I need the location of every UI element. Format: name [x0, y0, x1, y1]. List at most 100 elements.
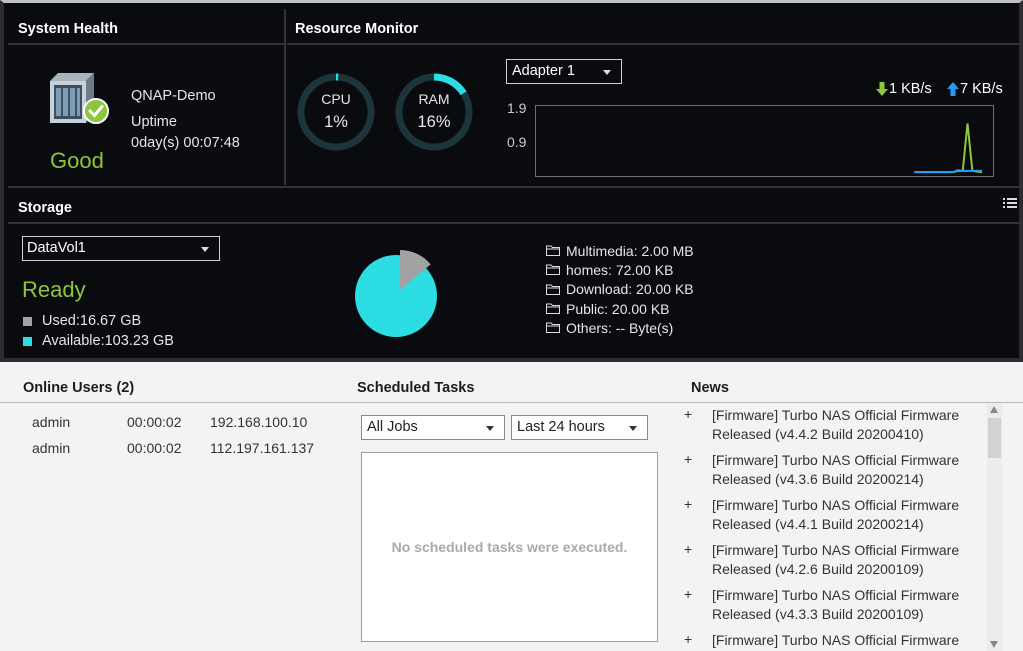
folder-usage-item: Multimedia: 2.00 MB [546, 241, 694, 260]
storage-status: Ready [22, 277, 86, 302]
chevron-down-icon [201, 247, 209, 252]
scroll-down-icon[interactable] [990, 641, 998, 648]
user-ip: 192.168.100.10 [210, 414, 308, 430]
user-session-time: 00:00:02 [127, 440, 182, 456]
arrow-down-icon [876, 82, 888, 96]
chevron-down-icon [486, 426, 494, 431]
chevron-down-icon [603, 70, 611, 75]
upload-rate-value: 7 KB/s [960, 81, 1003, 97]
folder-icon [546, 303, 560, 315]
expand-plus-icon[interactable]: + [684, 450, 692, 469]
system-health-panel: System Health QNAP-Demo Uptime 0day(s) 0… [8, 9, 286, 185]
volume-select-value: DataVol1 [27, 240, 86, 256]
folder-usage-item: Public: 20.00 KB [546, 299, 694, 318]
upload-rate: 7 KB/s [947, 81, 1003, 97]
ram-value: 16% [417, 113, 451, 131]
folder-size: 20.00 KB [636, 281, 694, 298]
system-health-title: System Health [18, 21, 118, 37]
legend-used: Used:16.67 GB [22, 313, 141, 329]
job-filter-select[interactable]: All Jobs [361, 415, 505, 440]
chart-series-download [914, 123, 983, 174]
adapter-select[interactable]: Adapter 1 [506, 59, 622, 84]
system-health-header: System Health [8, 9, 284, 45]
news-item-text[interactable]: [Firmware] Turbo NAS Official Firmware R… [712, 451, 982, 490]
news-item-text[interactable]: [Firmware] Turbo NAS Official Firmware R… [712, 541, 982, 580]
folder-usage-item: homes: 72.00 KB [546, 260, 694, 279]
ram-gauge: RAM 16% [394, 72, 474, 152]
time-filter-value: Last 24 hours [517, 419, 605, 435]
folder-colon: : [633, 242, 642, 259]
available-swatch [23, 336, 32, 346]
storage-panel: Storage DataVol1 Ready Used:16.67 GB Ava… [8, 186, 1023, 360]
storage-header: Storage [8, 188, 1023, 224]
storage-pie-chart [355, 250, 437, 337]
scroll-up-icon[interactable] [990, 406, 998, 413]
expand-plus-icon[interactable]: + [684, 495, 692, 514]
device-name: QNAP-Demo [131, 88, 216, 104]
folder-name: Multimedia [566, 242, 634, 259]
user-name: admin [32, 414, 71, 430]
folder-colon: : [604, 300, 612, 317]
folder-icon [546, 245, 560, 257]
cpu-label: CPU [321, 91, 351, 107]
ram-label: RAM [418, 91, 450, 107]
folder-name: homes [566, 261, 609, 278]
folder-size: 2.00 MB [641, 242, 694, 259]
folder-size: -- Byte(s) [615, 319, 674, 336]
folder-icon [546, 264, 560, 276]
news-item-text[interactable]: [Firmware] Turbo NAS Official Firmware [712, 631, 982, 650]
scheduled-tasks-box: No scheduled tasks were executed. [361, 452, 658, 642]
cpu-gauge: CPU 1% [296, 72, 376, 152]
expand-plus-icon[interactable]: + [684, 630, 692, 649]
available-label: Available:103.23 GB [42, 333, 174, 349]
uptime-label: Uptime [131, 114, 177, 130]
resource-monitor-header: Resource Monitor [287, 9, 1023, 45]
folder-name: Download [566, 281, 629, 298]
chart-ytick-mid: 0.9 [507, 134, 527, 150]
folder-icon [546, 284, 560, 295]
scheduled-tasks-title: Scheduled Tasks [357, 380, 475, 396]
folder-usage-item: Download: 20.00 KB [546, 280, 694, 299]
download-rate-value: 1 KB/s [889, 81, 932, 97]
folder-colon: : [608, 261, 616, 278]
resource-monitor-panel: Resource Monitor CPU 1% RAM 16% Adapter … [287, 9, 1023, 185]
news-scrollbar[interactable] [987, 403, 1002, 651]
cpu-value: 1% [324, 113, 348, 131]
expand-plus-icon[interactable]: + [684, 405, 692, 424]
scheduled-tasks-empty: No scheduled tasks were executed. [391, 539, 628, 555]
network-traffic-chart [535, 105, 994, 177]
folder-usage-list: Multimedia: 2.00 MB homes: 72.00 KB Downlo… [546, 241, 694, 337]
folder-icon [546, 322, 560, 334]
time-filter-select[interactable]: Last 24 hours [511, 415, 648, 440]
scroll-thumb[interactable] [988, 418, 1001, 458]
volume-select[interactable]: DataVol1 [22, 236, 220, 261]
uptime-value: 0day(s) 00:07:48 [131, 135, 240, 151]
folder-colon: : [628, 281, 637, 298]
news-item-text[interactable]: [Firmware] Turbo NAS Official Firmware R… [712, 586, 982, 625]
chart-ytick-top: 1.9 [507, 100, 527, 116]
user-session-time: 00:00:02 [127, 414, 182, 430]
expand-plus-icon[interactable]: + [684, 540, 692, 559]
folder-colon: : [608, 319, 616, 336]
expand-plus-icon[interactable]: + [684, 585, 692, 604]
used-swatch [23, 316, 32, 326]
folder-name: Public [566, 300, 605, 317]
arrow-up-icon [947, 82, 959, 96]
adapter-select-value: Adapter 1 [512, 63, 575, 79]
list-icon[interactable] [1003, 197, 1017, 209]
online-users-title: Online Users (2) [23, 380, 135, 396]
folder-name: Others [566, 319, 609, 336]
dashboard-dark-area: System Health QNAP-Demo Uptime 0day(s) 0… [0, 0, 1023, 362]
chart-series-upload [914, 169, 983, 174]
legend-available: Available:103.23 GB [22, 333, 174, 349]
news-item-text[interactable]: [Firmware] Turbo NAS Official Firmware R… [712, 406, 982, 445]
job-filter-value: All Jobs [367, 419, 418, 435]
health-status: Good [50, 148, 104, 173]
download-rate: 1 KB/s [876, 81, 932, 97]
nas-device-icon [50, 73, 109, 124]
chevron-down-icon [629, 426, 637, 431]
resource-monitor-title: Resource Monitor [295, 21, 419, 37]
news-title: News [691, 380, 729, 396]
news-item-text[interactable]: [Firmware] Turbo NAS Official Firmware R… [712, 496, 982, 535]
used-label: Used:16.67 GB [42, 313, 142, 329]
